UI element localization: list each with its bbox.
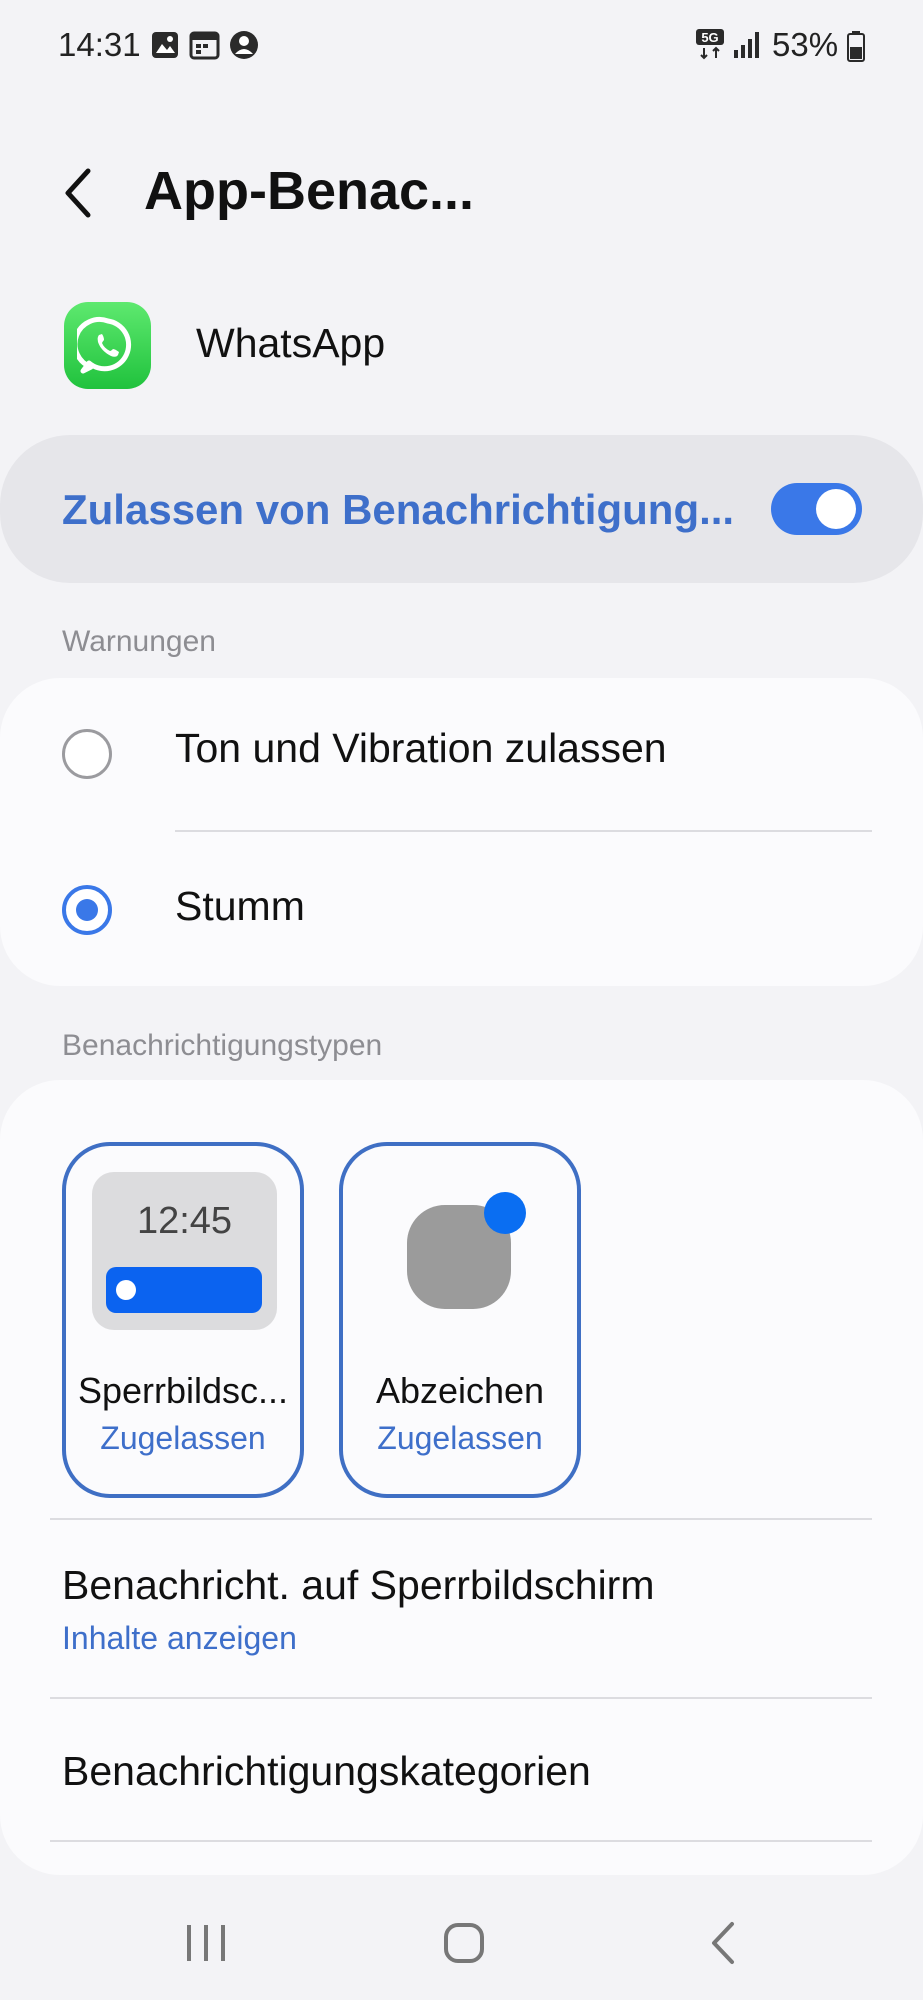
notification-categories-row[interactable]: Benachrichtigungskategorien [62, 1748, 591, 1795]
allow-notifications-label: Zulassen von Benachrichtigung... [62, 486, 735, 533]
divider [50, 1518, 872, 1520]
recent-apps-icon [181, 1921, 231, 1970]
back-button[interactable] [48, 150, 108, 240]
divider [50, 1840, 872, 1842]
toggle-knob [816, 489, 856, 529]
lockscreen-notifications-value: Inhalte anzeigen [62, 1620, 297, 1656]
badge-tile-status: Zugelassen [377, 1420, 543, 1456]
app-name: WhatsApp [196, 320, 386, 366]
badge-tile-title: Abzeichen [375, 1370, 545, 1411]
lockscreen-notifications-row[interactable]: Benachricht. auf Sperrbildschirm [62, 1562, 654, 1609]
signal-icon [733, 30, 761, 65]
divider [50, 1697, 872, 1699]
lockscreen-preview-notification [106, 1267, 262, 1313]
badge-dot-icon [484, 1192, 526, 1234]
divider [175, 830, 872, 832]
recent-apps-button[interactable] [161, 1910, 251, 1980]
account-icon [229, 30, 259, 65]
warnings-section-label: Warnungen [62, 625, 216, 658]
mute-radio[interactable] [62, 885, 112, 935]
home-button[interactable] [419, 1910, 509, 1980]
chevron-left-icon [58, 163, 98, 228]
battery-percent: 53% [772, 26, 839, 63]
whatsapp-icon [64, 302, 151, 389]
radio-selected-dot [76, 899, 98, 921]
status-time: 14:31 [58, 26, 141, 63]
sound-vibration-radio[interactable] [62, 729, 112, 779]
calendar-icon [189, 30, 220, 65]
allow-notifications-toggle[interactable] [771, 483, 862, 535]
lockscreen-tile-title: Sperrbildsc... [77, 1370, 289, 1411]
5g-icon: 5G [695, 28, 725, 65]
lockscreen-tile-status: Zugelassen [100, 1420, 266, 1456]
lockscreen-preview-time: 12:45 [136, 1200, 233, 1242]
battery-icon [847, 30, 865, 67]
notification-types-section-label: Benachrichtigungstypen [62, 1029, 383, 1062]
svg-text:5G: 5G [701, 30, 718, 45]
mute-option[interactable]: Stumm [175, 883, 305, 930]
back-icon [704, 1918, 744, 1973]
sound-vibration-option[interactable]: Ton und Vibration zulassen [175, 725, 667, 772]
home-icon [440, 1919, 488, 1972]
gallery-icon [150, 30, 180, 65]
page-title: App-Benac... [144, 161, 475, 221]
nav-back-button[interactable] [679, 1910, 769, 1980]
